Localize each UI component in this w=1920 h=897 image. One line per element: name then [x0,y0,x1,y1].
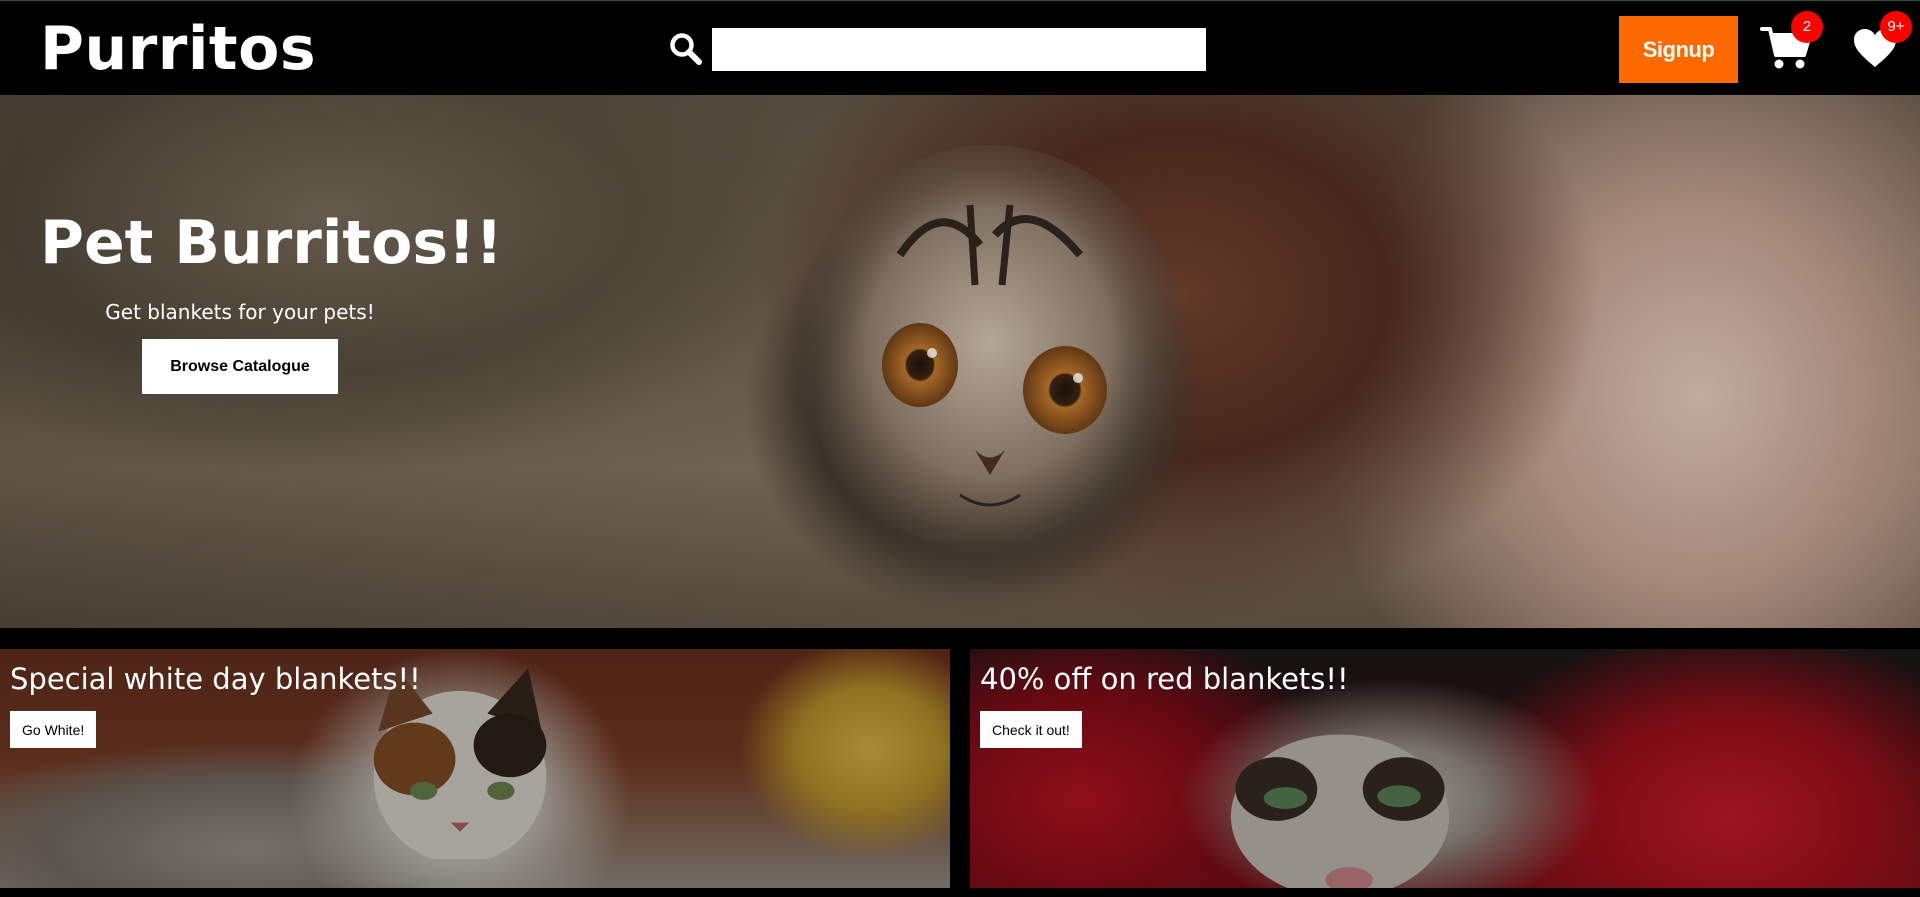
hero-title: Pet Burritos!! [40,208,503,278]
site-logo[interactable]: Purritos [40,9,316,89]
search-input[interactable] [712,28,1206,71]
check-it-out-button[interactable]: Check it out! [980,711,1082,748]
cart-count-badge: 2 [1791,11,1823,43]
browse-catalogue-button[interactable]: Browse Catalogue [142,339,338,394]
hero-banner: Pet Burritos!! Get blankets for your pet… [0,95,1920,628]
promo-red-title: 40% off on red blankets!! [980,662,1349,696]
search-icon[interactable] [668,31,704,67]
promo-white-title: Special white day blankets!! [10,662,421,696]
go-white-button[interactable]: Go White! [10,711,97,748]
promo-card-red[interactable]: 40% off on red blankets!! Check it out! [970,649,1920,888]
hero-subtitle: Get blankets for your pets! [105,300,375,324]
header: Purritos Signup 2 9+ [0,0,1920,95]
promo-card-white[interactable]: Special white day blankets!! Go White! [0,649,950,888]
wishlist-count-badge: 9+ [1880,11,1912,43]
signup-button[interactable]: Signup [1619,16,1738,83]
